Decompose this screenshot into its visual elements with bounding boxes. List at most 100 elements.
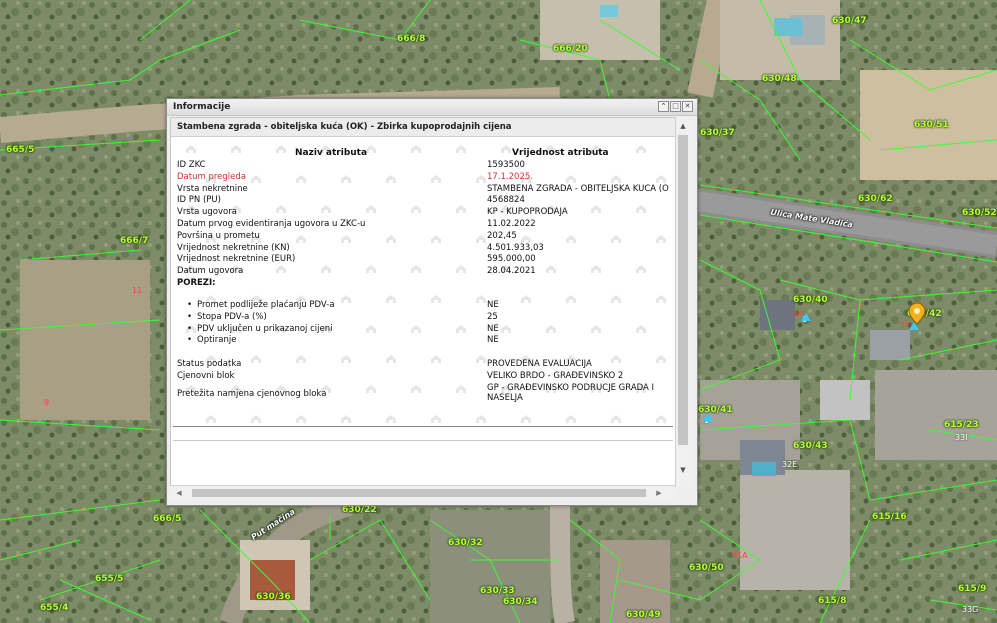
attr-name: ID PN (PU) <box>177 195 221 206</box>
attr-value: 28.04.2021 <box>487 266 536 277</box>
attr-name: Datum ugovora <box>177 266 244 277</box>
parcel-label: 630/49 <box>626 610 661 620</box>
column-header-attribute: Naziv atributa <box>295 148 368 158</box>
parcel-label: 630/52 <box>962 208 997 218</box>
attr-value: 11.02.2022 <box>487 218 536 229</box>
window-title: Informacije <box>173 102 231 112</box>
watermark-house-icon <box>251 415 261 423</box>
restore-icon[interactable]: □ <box>670 101 681 112</box>
parcel-label: 666/7 <box>120 236 149 246</box>
collapse-up-icon[interactable]: ⌃ <box>658 101 669 112</box>
watermark-house-icon <box>611 415 621 423</box>
parcel-label: 630/32 <box>448 538 483 548</box>
vertical-scrollbar[interactable]: ▲ ▼ <box>675 117 690 487</box>
attr-value: 4568824 <box>487 195 525 206</box>
parcel-label: 615/9 <box>958 584 987 594</box>
scroll-up-icon[interactable]: ▲ <box>678 121 688 131</box>
watermark-house-icon <box>206 415 216 423</box>
parcel-label: 630/43 <box>793 441 828 451</box>
parcel-label: 615/8 <box>818 596 847 606</box>
attr-name: Vrijednost nekretnine (KN) <box>177 242 290 253</box>
watermark-house-icon <box>341 415 351 423</box>
parcel-label: 655/4 <box>40 603 69 613</box>
parcel-label: 630/48 <box>762 74 797 84</box>
tax-attr-name: Optiranje <box>187 335 237 345</box>
watermark-house-icon <box>476 415 486 423</box>
taxes-heading: POREZI: <box>177 277 216 288</box>
parcel-label: 615/23 <box>944 420 979 430</box>
tax-attr-name: Stopa PDV-a (%) <box>187 312 267 322</box>
parcel-label: 630/37 <box>700 128 735 138</box>
attr-value: VELIKO BRDO - GRAĐEVINSKO 2 <box>487 370 624 381</box>
watermark-house-icon <box>521 415 531 423</box>
table-header: Naziv atributa Vrijednost atributa <box>177 146 673 160</box>
scroll-down-icon[interactable]: ▼ <box>678 465 688 475</box>
attr-value: 1593500 <box>487 160 525 170</box>
horizontal-scrollbar[interactable]: ◀ ▶ <box>170 485 675 500</box>
table-divider <box>173 426 673 427</box>
house-number: 32E <box>782 460 798 469</box>
attr-value: PROVEDENA EVALUACIJA <box>487 359 592 370</box>
address-point-icon <box>703 413 713 421</box>
column-header-value: Vrijednost atributa <box>512 148 609 158</box>
house-number: 11 <box>132 286 143 295</box>
scroll-thumb[interactable] <box>192 489 646 497</box>
attr-value: 17.1.2025. <box>487 171 533 182</box>
house-number: 33I <box>955 433 968 442</box>
tax-attr-value: 25 <box>487 311 498 322</box>
attr-name: Datum prvog evidentiranja ugovora u ZKC-… <box>177 218 366 229</box>
attr-value: KP - KUPOPRODAJA <box>487 207 568 218</box>
watermark-house-icon <box>566 415 576 423</box>
tax-attr-value: NE <box>487 299 499 310</box>
attr-name: Status podatka <box>177 359 242 370</box>
tax-attr-value: NE <box>487 335 499 346</box>
attr-name: Datum pregleda <box>177 171 246 182</box>
tax-attr-name: PDV uključen u prikazanoj cijeni <box>187 324 333 334</box>
parcel-label: 630/62 <box>858 194 893 204</box>
parcel-label: 665/5 <box>6 145 35 155</box>
attr-value: STAMBENA ZGRADA - OBITELJSKA KUĆA (O <box>487 183 669 194</box>
layer-title: Stambena zgrada - obiteljska kuća (OK) -… <box>171 118 676 137</box>
attr-value: 4.501.933,03 <box>487 242 544 253</box>
parcel-label: 630/47 <box>832 16 867 26</box>
parcel-label: 630/51 <box>914 120 949 130</box>
attr-name: Vrsta ugovora <box>177 207 237 218</box>
attr-name: Vrijednost nekretnine (EUR) <box>177 254 296 265</box>
address-point-icon <box>909 322 919 330</box>
parcel-label: 630/22 <box>342 505 377 515</box>
parcel-label: 655/5 <box>95 574 124 584</box>
parcel-label: 630/36 <box>256 592 291 602</box>
window-titlebar[interactable]: Informacije ⌃ □ ✕ <box>167 99 697 116</box>
address-point-icon <box>801 313 811 321</box>
parcel-label: 615/16 <box>872 512 907 522</box>
house-number: 31A <box>732 551 748 560</box>
attr-value: 202,45 <box>487 230 517 241</box>
parcel-label: 630/34 <box>503 597 538 607</box>
info-window[interactable]: Informacije ⌃ □ ✕ Stambena zgrada - obit… <box>166 98 698 506</box>
parcel-label: 630/50 <box>689 563 724 573</box>
scroll-thumb[interactable] <box>678 135 688 445</box>
watermark-house-icon <box>431 415 441 423</box>
parcel-label: 666/8 <box>397 34 426 44</box>
parcel-label: 666/20 <box>553 44 588 54</box>
scroll-left-icon[interactable]: ◀ <box>174 488 184 498</box>
attr-name: Vrsta nekretnine <box>177 183 248 194</box>
attr-name: Cjenovni blok <box>177 370 235 381</box>
attr-value: GP - GRAĐEVINSKO PODRUČJE GRADA I NASELJ… <box>487 382 655 403</box>
info-content[interactable]: Stambena zgrada - obiteljska kuća (OK) -… <box>170 117 677 487</box>
close-icon[interactable]: ✕ <box>682 101 693 112</box>
scroll-right-icon[interactable]: ▶ <box>654 488 664 498</box>
attr-name: Površina u prometu <box>177 230 260 241</box>
tax-attr-value: NE <box>487 323 499 334</box>
parcel-label: 630/33 <box>480 586 515 596</box>
parcel-label: 630/40 <box>793 295 828 305</box>
table-divider <box>173 440 673 441</box>
attr-name: Pretežita namjena cjenovnog bloka <box>177 388 327 399</box>
attr-name: ID ZKC <box>177 160 206 170</box>
house-number: 33G <box>962 605 979 614</box>
attr-value: 595.000,00 <box>487 254 536 265</box>
house-number: 9 <box>44 398 50 407</box>
watermark-house-icon <box>656 415 666 423</box>
attribute-table: Naziv atributa Vrijednost atributa ID ZK… <box>177 146 673 407</box>
watermark-house-icon <box>386 415 396 423</box>
